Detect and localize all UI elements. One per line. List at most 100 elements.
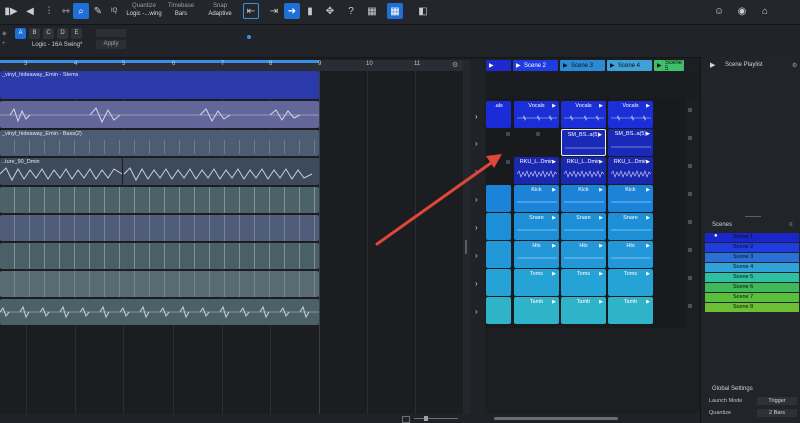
stop-clip-button[interactable] xyxy=(688,108,692,112)
groove-slot-e[interactable]: E xyxy=(71,28,82,39)
range-tool-icon[interactable]: ▮ xyxy=(302,3,318,19)
launch-track-icon[interactable]: › xyxy=(475,279,478,288)
edit-tool-icon[interactable]: ⇥ xyxy=(266,3,282,19)
clip-tamb[interactable]: ▶ Tamb xyxy=(561,297,606,324)
stop-clip-button[interactable] xyxy=(688,248,692,252)
scene-launch-button[interactable]: ▶ Scene 3 xyxy=(560,60,605,71)
event-bass[interactable]: _vinyl_hideaway_Emin - Bass(2) xyxy=(0,130,319,156)
clip-keys[interactable]: ▶ RKU_L..Dmin xyxy=(561,157,606,184)
launch-mode-select[interactable]: Trigger xyxy=(757,397,797,405)
groove-preset-select[interactable]: Logic - 16A Swing* xyxy=(32,42,82,48)
pencil-icon[interactable]: ✎ xyxy=(90,3,106,19)
zoom-fit-icon[interactable] xyxy=(402,416,410,423)
clip-kick[interactable]: ▶ Kick xyxy=(608,185,653,212)
playlist-scene[interactable]: Scene 5 xyxy=(705,273,799,282)
clip-tamb[interactable]: ▶ Tamb xyxy=(514,297,559,324)
speaker-icon[interactable]: ◀ xyxy=(22,3,38,19)
scene-launch-button[interactable]: ▶ Scene 5 xyxy=(654,60,684,72)
empty-slot[interactable] xyxy=(536,132,540,136)
playlist-scene[interactable]: Scene 3 xyxy=(705,253,799,262)
clip-toms[interactable]: ▶ Toms xyxy=(561,269,606,296)
event-toms[interactable] xyxy=(0,271,319,297)
clip-snare[interactable]: ▶ Snare xyxy=(514,213,559,240)
event-stems[interactable]: _vinyl_hideaway_Emin - Stems xyxy=(0,71,319,99)
split-tool-icon[interactable]: ✥ xyxy=(322,3,338,19)
clip-tamb[interactable]: ▶ Tamb xyxy=(608,297,653,324)
groove-slot-c[interactable]: C xyxy=(43,28,54,39)
playlist-scene[interactable]: Scene 4 xyxy=(705,263,799,272)
groove-slot-d[interactable]: D xyxy=(57,28,68,39)
help-icon[interactable]: ◉ xyxy=(734,3,750,19)
user-icon[interactable]: ☺ xyxy=(711,3,727,19)
panel-icon[interactable]: ◧ xyxy=(415,3,431,19)
clip-kick[interactable]: ▶ Kick xyxy=(561,185,606,212)
stop-clip-button[interactable] xyxy=(688,276,692,280)
clip-tamb[interactable] xyxy=(486,297,511,324)
launch-track-icon[interactable]: › xyxy=(475,112,478,121)
clip-kick[interactable]: ▶ Kick xyxy=(514,185,559,212)
stop-clip-button[interactable] xyxy=(688,220,692,224)
scene-launch-button[interactable]: ▶ Scene 4 xyxy=(607,60,652,71)
mixer-icon[interactable]: ⫶ xyxy=(41,3,57,19)
scene-launch-button[interactable]: ▶ Scene 2 xyxy=(513,60,558,71)
launch-track-icon[interactable]: › xyxy=(475,307,478,316)
groove-slot-a[interactable]: A xyxy=(15,28,26,39)
timebase-select[interactable]: Bars xyxy=(166,11,196,17)
clip-toms[interactable] xyxy=(486,269,511,296)
event-keys[interactable]: ..ture_90_Dmin xyxy=(0,158,319,185)
clip-vocals[interactable]: .als xyxy=(486,101,511,128)
quantize-select[interactable]: 2 Bars xyxy=(757,409,797,417)
playlist-scene[interactable]: Scene 6 xyxy=(705,283,799,292)
launch-track-icon[interactable]: › xyxy=(475,139,478,148)
clip-snare[interactable]: ▶ Snare xyxy=(561,213,606,240)
stop-clip-button[interactable] xyxy=(688,136,692,140)
snap-select[interactable]: Adaptive xyxy=(203,11,237,17)
event-tamb[interactable] xyxy=(0,299,319,325)
horizontal-scrollbar[interactable] xyxy=(494,417,618,420)
event-snare[interactable] xyxy=(0,215,319,241)
zoom-slider-thumb[interactable] xyxy=(424,416,428,421)
clip-toms[interactable]: ▶ Toms xyxy=(608,269,653,296)
search-icon[interactable]: ⌕ xyxy=(73,3,89,19)
playlist-scene[interactable]: Scene 2 xyxy=(705,243,799,252)
ruler-settings-icon[interactable]: ⚙ xyxy=(452,61,458,69)
empty-slot[interactable] xyxy=(506,132,510,136)
split-icon[interactable]: ⇿ xyxy=(58,3,74,19)
transport-icon[interactable]: ▮▶ xyxy=(3,3,19,19)
playlist-scene[interactable]: ● Scene 1 xyxy=(705,233,799,242)
clip-bass-selected[interactable]: ▶ SM_BS..a(5) xyxy=(561,129,606,156)
clip-bass[interactable]: ▶ SM_BS..a(5) xyxy=(608,129,653,156)
clip-vocals[interactable]: ▶ Vocals xyxy=(561,101,606,128)
launch-track-icon[interactable]: › xyxy=(475,251,478,260)
clip-snare[interactable]: ▶ Snare xyxy=(608,213,653,240)
clip-toms[interactable]: ▶ Toms xyxy=(514,269,559,296)
film-icon[interactable]: ▦ xyxy=(364,3,380,19)
clip-hits[interactable]: ▶ Hts xyxy=(608,241,653,268)
grid-view-icon[interactable]: ▦ xyxy=(387,3,403,19)
scene-1-launch[interactable]: ▶ xyxy=(486,60,511,71)
timeline-ruler[interactable]: 3 4 5 6 7 8 9 10 11 ⚙ xyxy=(0,60,463,71)
snap-toggle-icon[interactable]: ⇤ xyxy=(243,3,259,19)
resize-grip[interactable] xyxy=(745,216,761,217)
stop-clip-button[interactable] xyxy=(688,164,692,168)
stop-clip-button[interactable] xyxy=(688,304,692,308)
playlist-scene[interactable]: Scene 8 xyxy=(705,303,799,312)
add-icon[interactable]: + xyxy=(2,41,6,47)
clip-hits[interactable]: ▶ Hts xyxy=(561,241,606,268)
stop-clip-button[interactable] xyxy=(688,192,692,196)
home-icon[interactable]: ⌂ xyxy=(757,3,773,19)
clip-keys[interactable]: ▶ RKU_L..Dmin xyxy=(514,157,559,184)
quantize-select[interactable]: Logic -...wing xyxy=(124,11,164,17)
clip-keys[interactable]: ▶ RKU_L..Dmin xyxy=(608,157,653,184)
clip-hits[interactable]: ▶ Hts xyxy=(514,241,559,268)
question-icon[interactable]: ? xyxy=(343,3,359,19)
event-kick[interactable] xyxy=(0,187,319,213)
list-icon[interactable]: ≡ xyxy=(789,222,793,228)
groove-undo-button[interactable] xyxy=(96,29,126,37)
arrow-tool-icon[interactable]: ➜ xyxy=(284,3,300,19)
clip-vocals[interactable]: ▶ Vocals xyxy=(608,101,653,128)
play-icon[interactable]: ▶ xyxy=(710,61,715,69)
zoom-slider[interactable] xyxy=(414,418,458,419)
event-vocals[interactable] xyxy=(0,101,319,128)
clip-vocals[interactable]: ▶ Vocals xyxy=(514,101,559,128)
